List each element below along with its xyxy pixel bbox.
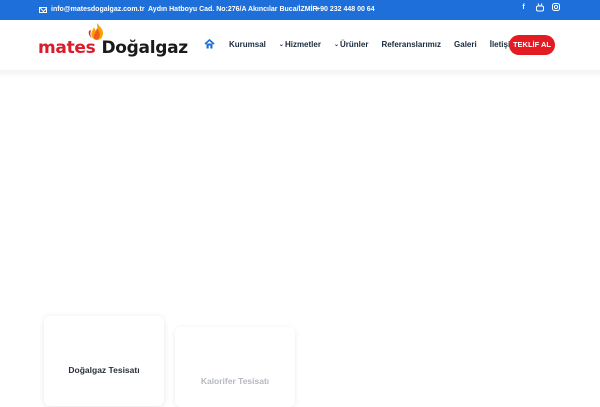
- mail-icon: [39, 6, 47, 13]
- address-text: Aydın Hatboyu Cad. No:276/A Akıncılar Bu…: [148, 6, 318, 13]
- phone-link[interactable]: +90 232 448 00 64: [316, 6, 375, 13]
- service-card-dogalgaz[interactable]: Doğalgaz Tesisatı: [44, 316, 164, 406]
- main-navigation: Kurumsal ⌄ Hizmetler ⌄ Ürünler Referanslar…: [204, 39, 530, 49]
- flame-logo-icon: [88, 23, 104, 40]
- social-links: f: [519, 3, 560, 13]
- home-icon[interactable]: [204, 39, 215, 49]
- email-text: info@matesdogalgaz.com.tr: [51, 6, 145, 13]
- youtube-icon[interactable]: [535, 3, 544, 13]
- nav-item-galeri[interactable]: Galeri: [454, 40, 477, 49]
- nav-label: Hizmetler: [284, 39, 321, 49]
- chevron-down-icon: ⌄: [333, 41, 339, 48]
- chevron-down-icon: ⌄: [278, 41, 284, 48]
- facebook-icon[interactable]: f: [519, 3, 528, 13]
- nav-item-urunler[interactable]: ⌄ Ürünler: [334, 40, 368, 49]
- nav-label: Referanslarımız: [381, 39, 442, 49]
- service-card-title: Kalorifer Tesisatı: [200, 376, 270, 386]
- nav-item-hizmetler[interactable]: ⌄ Hizmetler: [279, 40, 321, 49]
- nav-label: Galeri: [454, 39, 477, 49]
- nav-item-referanslar[interactable]: Referanslarımız: [381, 40, 441, 49]
- service-card-title: Doğalgaz Tesisatı: [68, 365, 140, 375]
- site-logo[interactable]: mates Doğalgaz: [38, 34, 188, 58]
- nav-item-kurumsal[interactable]: Kurumsal: [229, 40, 266, 49]
- nav-label: Kurumsal: [229, 39, 266, 49]
- email-link[interactable]: info@matesdogalgaz.com.tr: [39, 6, 145, 13]
- top-info-bar: info@matesdogalgaz.com.tr Aydın Hatboyu …: [0, 0, 600, 20]
- service-card-kalorifer[interactable]: Kalorifer Tesisatı: [175, 327, 295, 407]
- nav-label: Ürünler: [339, 39, 369, 49]
- instagram-icon[interactable]: [551, 3, 560, 13]
- logo-name: Doğalgaz: [101, 38, 188, 58]
- quote-request-button[interactable]: TEKLİF AL: [509, 35, 555, 55]
- header-shadow: [0, 70, 600, 78]
